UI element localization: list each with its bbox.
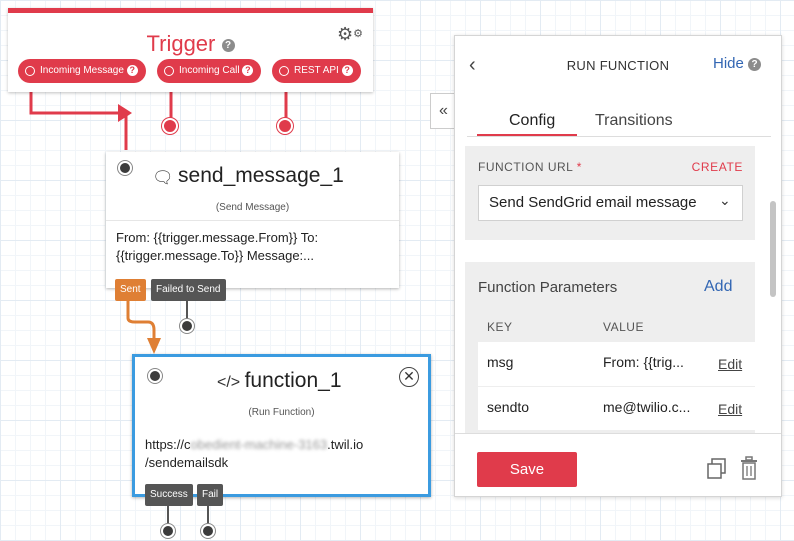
pill-label: Incoming Message [40,65,124,76]
trigger-pill-incoming-call[interactable]: Incoming Call ? [157,59,262,83]
table-row: sendto me@twilio.c... Edit [478,386,755,430]
connector-ring-icon [164,66,174,76]
function-parameters-section: Function Parameters Add KEY VALUE msg Fr… [465,262,755,433]
code-icon: </> [217,373,241,391]
tab-config[interactable]: Config [509,112,555,130]
param-key: sendto [487,399,530,415]
trigger-pill-rest-api[interactable]: REST API ? [272,59,361,83]
edit-parameter-link[interactable]: Edit [718,356,742,372]
chat-icon: 🗨 [152,167,174,187]
input-dot[interactable] [148,369,162,383]
param-value: me@twilio.c... [603,399,691,415]
duplicate-icon[interactable] [706,457,728,481]
save-button[interactable]: Save [477,452,577,487]
gear-icon[interactable]: ⚙⚙ [337,25,363,43]
help-icon[interactable]: ? [748,57,762,71]
config-panel: ‹ RUN FUNCTION Hide ? Config Transitions… [454,35,782,497]
collapse-panel-button[interactable]: « [430,93,456,129]
widget-body: From: {{trigger.message.From}} To: {{tri… [116,230,319,263]
trigger-output-dot[interactable] [162,118,178,134]
output-dot[interactable] [161,524,175,538]
tabs-divider [467,136,771,137]
widget-title: function_1 [244,369,342,392]
divider [106,220,399,221]
output-dot[interactable] [180,319,194,333]
transition-failed-to-send[interactable]: Failed to Send [151,279,226,301]
output-dot[interactable] [201,524,215,538]
help-icon[interactable]: ? [126,64,138,76]
function-url-section: FUNCTION URL * CREATE Send SendGrid emai… [465,146,755,240]
widget-title: send_message_1 [178,164,344,187]
create-function-link[interactable]: CREATE [692,160,743,174]
connector-ring-icon [279,66,289,76]
hide-panel-link[interactable]: Hide ? [713,55,762,72]
column-header-value: VALUE [603,320,644,334]
connector-ring-icon [25,66,35,76]
trash-icon[interactable] [739,456,759,481]
add-parameter-link[interactable]: Add [704,278,732,296]
column-header-key: KEY [487,320,513,334]
send-message-widget[interactable]: 🗨 send_message_1 (Send Message) From: {{… [106,152,399,288]
tab-transitions[interactable]: Transitions [595,112,673,130]
function-widget[interactable]: </> function_1 ✕ (Run Function) https://… [132,354,431,497]
function-url-label: FUNCTION URL * [478,160,582,174]
trigger-output-dot[interactable] [277,118,293,134]
blurred-subdomain: obedient-machine-3163 [190,437,328,452]
widget-type: (Run Function) [248,407,315,418]
transition-fail[interactable]: Fail [197,484,224,506]
help-icon[interactable]: ? [341,64,353,76]
function-url-text: https://cobedient-machine-3163.twil.io /… [145,437,364,470]
function-url-select[interactable]: Send SendGrid email message [478,185,743,221]
help-icon[interactable]: ? [242,64,254,76]
widget-type: (Send Message) [215,202,290,213]
transition-success[interactable]: Success [145,484,193,506]
pill-label: Incoming Call [179,65,240,76]
help-icon[interactable]: ? [221,38,235,52]
edit-parameter-link[interactable]: Edit [718,401,742,417]
param-value: From: {{trig... [603,354,684,370]
widget-header: 🗨 send_message_1 [152,164,344,188]
widget-header: </> function_1 [217,369,342,393]
scrollbar-thumb[interactable] [770,201,776,297]
config-scroll-area[interactable]: FUNCTION URL * CREATE Send SendGrid emai… [465,146,755,433]
input-dot[interactable] [118,161,132,175]
param-key: msg [487,354,514,370]
close-icon[interactable]: ✕ [399,367,419,387]
footer-divider [455,433,781,434]
pill-label: REST API [294,65,339,76]
selected-function: Send SendGrid email message [489,194,697,211]
active-tab-indicator [477,134,577,136]
trigger-title: Trigger ? [8,31,373,57]
table-row: msg From: {{trig... Edit [478,342,755,386]
parameters-title: Function Parameters [478,279,618,296]
chevron-down-icon: ⌄ [719,192,731,208]
transition-sent[interactable]: Sent [115,279,146,301]
trigger-pill-incoming-message[interactable]: Incoming Message ? [18,59,146,83]
